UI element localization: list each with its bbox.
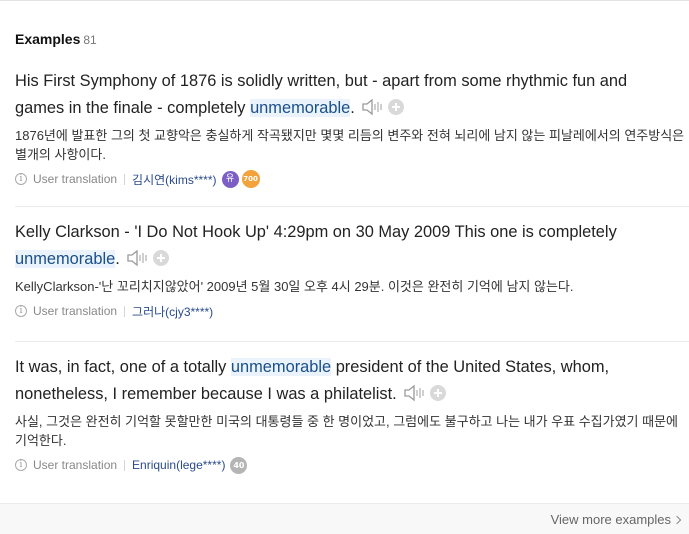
translation-meta: i User translation Enriquin(lege****) 40 (15, 455, 689, 475)
info-icon[interactable]: i (15, 459, 27, 471)
translation-meta: i User translation 김시연(kims****) 유 700 (15, 169, 689, 189)
example-english-text-end: . (350, 99, 355, 117)
view-more-label: View more examples (550, 512, 671, 527)
examples-count: 81 (83, 33, 97, 47)
example-item: Kelly Clarkson - 'I Do Not Hook Up' 4:29… (15, 219, 689, 321)
example-english-text: Kelly Clarkson - 'I Do Not Hook Up' 4:29… (15, 223, 617, 241)
highlighted-word[interactable]: unmemorable (230, 358, 332, 376)
add-to-wordbook-icon[interactable] (429, 385, 446, 401)
example-item: It was, in fact, one of a totally unmemo… (15, 354, 689, 475)
translator-user-link[interactable]: 그러나(cjy3****) (132, 303, 213, 320)
example-english-text-end: . (115, 250, 120, 268)
example-divider (15, 206, 689, 207)
example-english: It was, in fact, one of a totally unmemo… (15, 354, 689, 408)
example-divider (15, 341, 689, 342)
examples-panel: Examples 81 His First Symphony of 1876 is… (0, 0, 689, 534)
meta-separator (124, 173, 126, 185)
add-to-wordbook-icon[interactable] (387, 99, 404, 115)
example-korean: 1876년에 발표한 그의 첫 교향악은 충실하게 작곡됐지만 몇몇 리듬의 변… (15, 128, 685, 162)
highlighted-word[interactable]: unmemorable (15, 250, 116, 268)
example-korean: KellyClarkson-'난 꼬리치지않았어' 2009년 5월 30일 오… (15, 279, 574, 294)
speaker-icon[interactable] (403, 384, 425, 402)
user-badge-icon: 유 (221, 170, 239, 188)
example-english: Kelly Clarkson - 'I Do Not Hook Up' 4:29… (15, 219, 689, 273)
highlighted-word[interactable]: unmemorable (250, 99, 351, 117)
translator-user-link[interactable]: Enriquin(lege****) (132, 458, 225, 472)
translator-user-link[interactable]: 김시연(kims****) (132, 171, 216, 188)
user-level-badge: 40 (230, 456, 248, 474)
speaker-icon[interactable] (126, 249, 148, 267)
example-korean: 사실, 그것은 완전히 기억할 못할만한 미국의 대통령들 중 한 명이었고, … (15, 414, 679, 448)
example-english: His First Symphony of 1876 is solidly wr… (15, 68, 689, 122)
speaker-icon[interactable] (361, 98, 383, 116)
section-title-label: Examples (15, 31, 81, 47)
meta-separator (124, 305, 126, 317)
info-icon[interactable]: i (15, 305, 27, 317)
info-icon[interactable]: i (15, 173, 27, 185)
section-title: Examples 81 (15, 31, 97, 47)
translation-source: User translation (33, 458, 118, 472)
user-level-badge: 700 (241, 170, 260, 188)
examples-footer: View more examples (0, 503, 689, 534)
chevron-right-icon (672, 515, 682, 525)
example-english-text: It was, in fact, one of a totally (15, 358, 231, 376)
translation-source: User translation (33, 304, 118, 318)
meta-separator (124, 459, 126, 471)
translation-meta: i User translation 그러나(cjy3****) (15, 301, 689, 321)
add-to-wordbook-icon[interactable] (152, 250, 169, 266)
example-item: His First Symphony of 1876 is solidly wr… (15, 68, 689, 189)
view-more-examples-link[interactable]: View more examples (550, 512, 682, 527)
translation-source: User translation (33, 172, 118, 186)
